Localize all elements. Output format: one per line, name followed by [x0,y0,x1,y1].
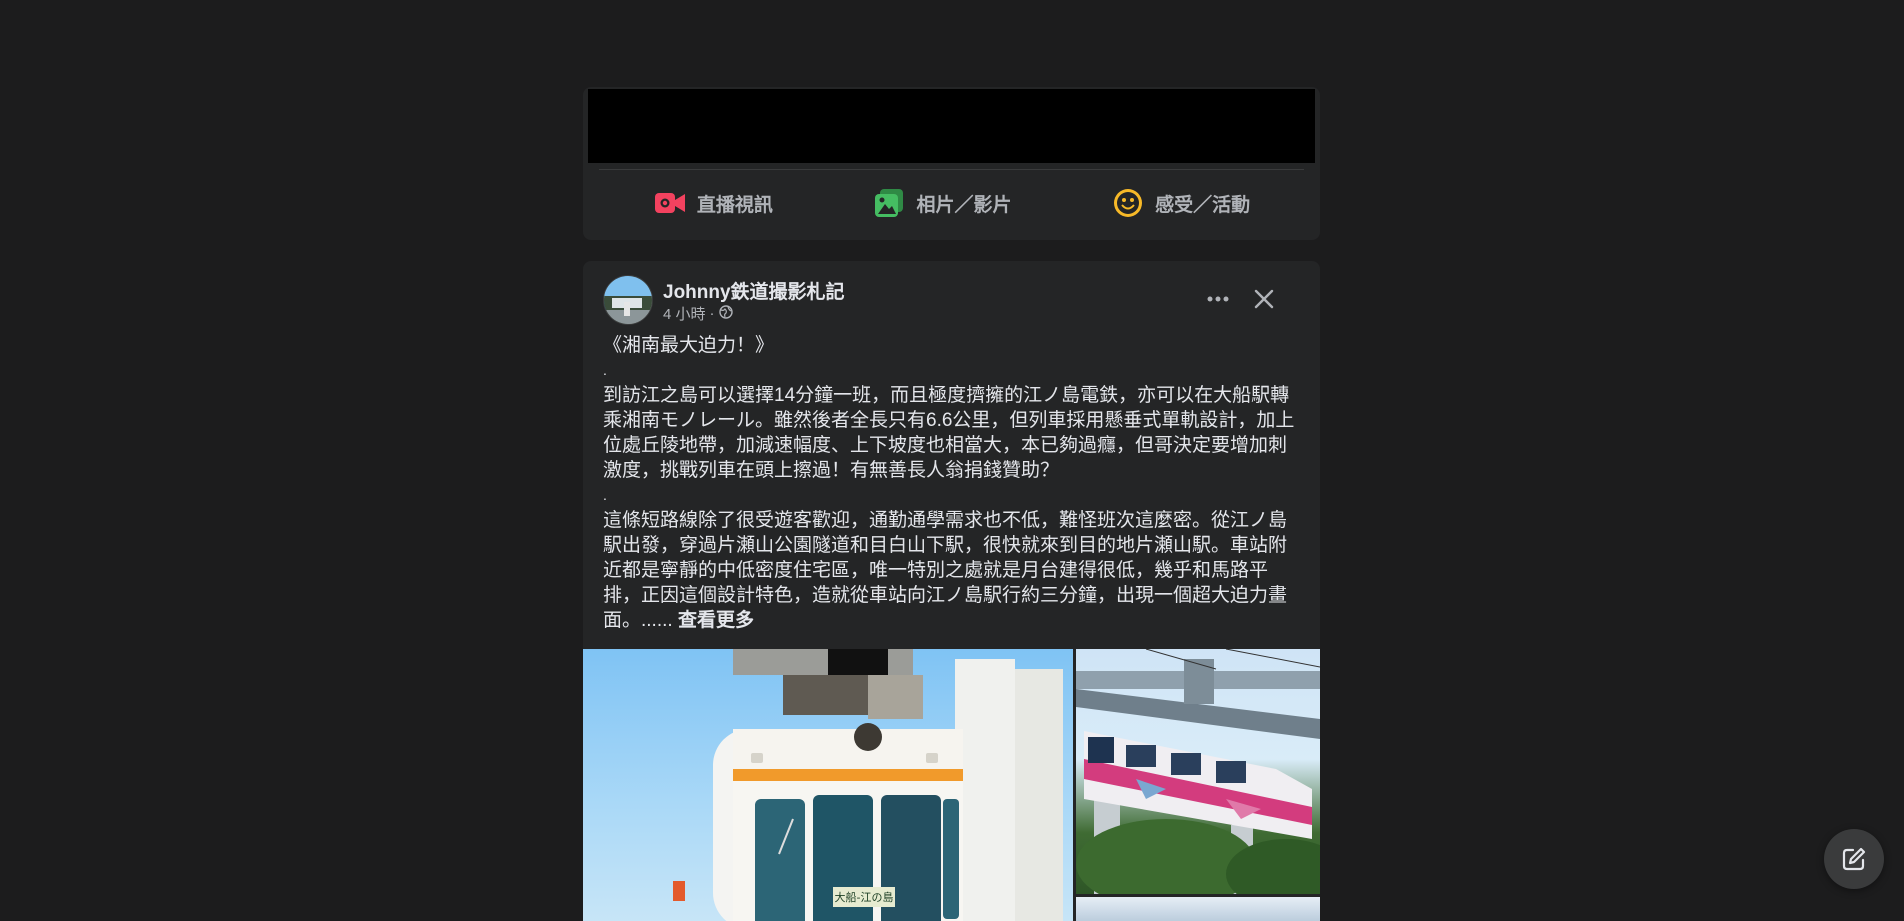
avatar[interactable] [603,275,653,325]
close-icon [1254,289,1274,309]
post-header: Johnny鉄道撮影札記 4 小時 · [603,275,1300,327]
live-video-icon [653,186,687,220]
post-paragraph: 到訪江之島可以選擇14分鐘一班，而且極度擠擁的江ノ島電鉄，亦可以在大船駅轉乘湘南… [603,385,1295,481]
live-video-label: 直播視訊 [696,194,773,216]
composer-input-area[interactable] [588,89,1315,163]
photo-video-button[interactable]: 相片／影片 [848,178,1035,228]
globe-icon [718,304,733,323]
more-options-icon [1207,296,1229,302]
divider [599,169,1304,170]
meta-separator: · [709,305,715,322]
see-more-link[interactable]: 查看更多 [678,610,754,631]
post-photo-secondary[interactable] [1076,649,1320,894]
post-body: 《湘南最大迫力！》. 到訪江之島可以選擇14分鐘一班，而且極度擠擁的江ノ島電鉄，亦… [603,333,1300,633]
composer-actions: 直播視訊 相片／影片 感受／活動 [583,175,1320,231]
live-video-button[interactable]: 直播視訊 [629,178,797,228]
photo-video-label: 相片／影片 [916,194,1012,216]
post-photo-tertiary[interactable] [1076,897,1320,921]
feeling-activity-label: 感受／活動 [1155,194,1251,216]
close-post-button[interactable] [1246,281,1282,317]
post-paragraph: 《湘南最大迫力！》 [603,335,775,356]
new-message-button[interactable] [1824,829,1884,889]
more-options-button[interactable] [1200,281,1236,317]
compose-icon [1842,847,1866,871]
post-paragraph: . [603,362,607,378]
feeling-activity-icon [1111,186,1145,220]
post-meta: 4 小時 · [663,303,733,324]
create-post-card: 直播視訊 相片／影片 感受／活動 [583,87,1320,240]
post-paragraph: . [603,487,607,503]
feed-post: Johnny鉄道撮影札記 4 小時 · 《湘南最大迫力！》 . 到訪江之島可以選… [583,261,1320,921]
photo-video-icon [872,186,906,220]
post-media: 大船-江の島 [583,649,1320,921]
post-time[interactable]: 4 小時 [663,303,706,324]
feeling-activity-button[interactable]: 感受／活動 [1087,178,1274,228]
post-photo-main[interactable]: 大船-江の島 [583,649,1073,921]
post-author[interactable]: Johnny鉄道撮影札記 [663,277,845,304]
destination-sign: 大船-江の島 [835,890,894,904]
